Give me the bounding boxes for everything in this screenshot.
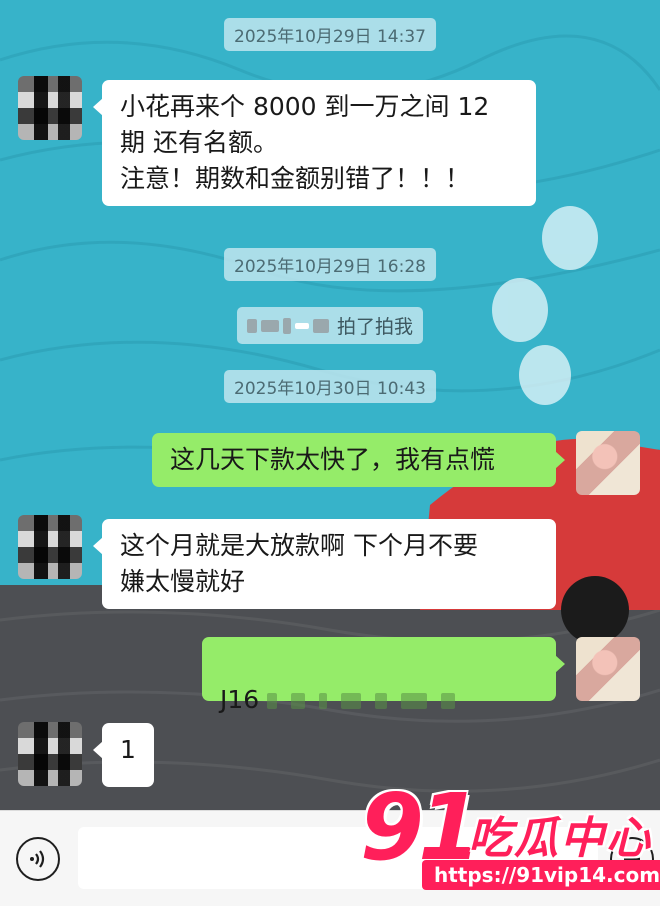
voice-icon [30, 850, 45, 868]
pat-text: 拍了拍我 [336, 316, 414, 338]
contact-avatar[interactable] [18, 515, 82, 579]
message-bubble-incoming[interactable]: 小花再来个 8000 到一万之间 12 期 还有名额。 注意！期数和金额别错了！… [93, 80, 536, 206]
my-avatar[interactable] [576, 431, 640, 495]
message-bubble-outgoing[interactable]: 这几天下款太快了，我有点慌 [152, 433, 565, 487]
timestamp: 2025年10月29日 14:37 [224, 18, 436, 51]
message-bubble-incoming[interactable]: 这个月就是大放款啊 下个月不要 嫌太慢就好 [93, 519, 556, 609]
message-bubble-outgoing[interactable]: J16 [202, 637, 565, 714]
watermark: 91 吃瓜中心 https://91vip14.com [360, 780, 660, 906]
watermark-url: https://91vip14.com [422, 860, 660, 890]
redacted-text [267, 693, 456, 709]
my-avatar[interactable] [576, 637, 640, 701]
contact-avatar[interactable] [18, 76, 82, 140]
message-text: J16 [220, 685, 260, 714]
timestamp: 2025年10月30日 10:43 [224, 370, 436, 403]
pat-notification: 拍了拍我 [236, 307, 424, 344]
voice-button[interactable] [16, 837, 60, 881]
redacted-name [246, 317, 329, 334]
contact-avatar[interactable] [18, 722, 82, 786]
timestamp: 2025年10月29日 16:28 [224, 248, 436, 281]
watermark-name: 吃瓜中心 [468, 813, 652, 864]
message-bubble-incoming[interactable]: 1 [93, 723, 154, 787]
